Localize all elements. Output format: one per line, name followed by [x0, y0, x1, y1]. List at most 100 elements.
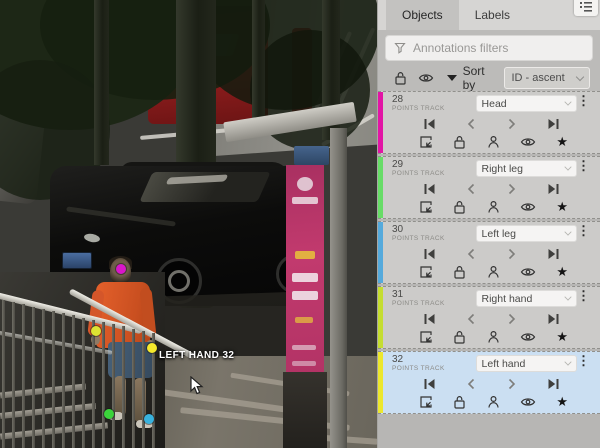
- hide-button[interactable]: [520, 396, 536, 408]
- left-leg-point[interactable]: [144, 414, 154, 424]
- left-hand-point[interactable]: [147, 343, 157, 353]
- track-item[interactable]: 30 POINTS TRACK Left leg ⋮: [378, 221, 600, 284]
- head-point[interactable]: [116, 264, 126, 274]
- lock-button[interactable]: [453, 200, 466, 214]
- track-label-select[interactable]: Left leg: [476, 225, 577, 242]
- skip-first-icon: [423, 313, 436, 325]
- track-label-select[interactable]: Left hand: [476, 355, 577, 372]
- previous-keyframe-button[interactable]: [466, 378, 476, 390]
- skip-last-icon: [547, 313, 560, 325]
- skip-last-icon: [547, 118, 560, 130]
- previous-keyframe-button[interactable]: [466, 118, 476, 130]
- sidebar-tabs: Objects Labels: [378, 0, 600, 30]
- next-keyframe-button[interactable]: [507, 118, 517, 130]
- keyframe-button[interactable]: ★: [556, 265, 568, 278]
- track-label-select[interactable]: Head: [476, 95, 577, 112]
- hide-button[interactable]: [520, 136, 536, 148]
- switch-outside-button[interactable]: [419, 395, 433, 409]
- track-item[interactable]: 29 POINTS TRACK Right leg ⋮: [378, 156, 600, 219]
- occluded-button[interactable]: [487, 330, 500, 344]
- first-keyframe-button[interactable]: [423, 378, 436, 390]
- skip-last-icon: [547, 183, 560, 195]
- last-keyframe-button[interactable]: [547, 378, 560, 390]
- outside-icon: [419, 135, 433, 149]
- keyframe-button[interactable]: ★: [556, 395, 568, 408]
- previous-keyframe-button[interactable]: [466, 313, 476, 325]
- sort-order-value: ID - ascent: [511, 72, 577, 84]
- expand-all-button[interactable]: [442, 75, 462, 81]
- keyframe-button[interactable]: ★: [556, 135, 568, 148]
- track-label-select[interactable]: Right leg: [476, 160, 577, 177]
- track-item[interactable]: 32 POINTS TRACK Left hand ⋮: [378, 351, 600, 414]
- hide-button[interactable]: [520, 201, 536, 213]
- lock-button[interactable]: [453, 330, 466, 344]
- lock-icon: [453, 330, 466, 344]
- track-menu-button[interactable]: ⋮: [577, 160, 590, 172]
- track-label-select[interactable]: Right hand: [476, 290, 577, 307]
- tab-labels[interactable]: Labels: [459, 0, 526, 30]
- mouse-cursor: [190, 376, 204, 396]
- first-keyframe-button[interactable]: [423, 248, 436, 260]
- occluded-button[interactable]: [487, 135, 500, 149]
- switch-outside-button[interactable]: [419, 265, 433, 279]
- right-hand-point[interactable]: [91, 326, 101, 336]
- track-menu-button[interactable]: ⋮: [577, 290, 590, 302]
- sidebar-collapse-button[interactable]: [574, 0, 598, 16]
- track-menu-button[interactable]: ⋮: [577, 95, 590, 107]
- outside-icon: [419, 395, 433, 409]
- keyframe-button[interactable]: ★: [556, 200, 568, 213]
- next-keyframe-button[interactable]: [507, 248, 517, 260]
- occluded-button[interactable]: [487, 200, 500, 214]
- lock-all-button[interactable]: [390, 71, 410, 85]
- switch-outside-button[interactable]: [419, 200, 433, 214]
- tab-objects[interactable]: Objects: [386, 0, 459, 30]
- next-keyframe-button[interactable]: [507, 378, 517, 390]
- right-leg-point[interactable]: [104, 409, 114, 419]
- occluded-button[interactable]: [487, 395, 500, 409]
- last-keyframe-button[interactable]: [547, 183, 560, 195]
- first-keyframe-button[interactable]: [423, 118, 436, 130]
- sort-order-select[interactable]: ID - ascent: [504, 67, 590, 89]
- lock-button[interactable]: [453, 395, 466, 409]
- person-icon: [487, 265, 500, 279]
- lock-icon: [453, 265, 466, 279]
- chevron-left-icon: [466, 248, 476, 260]
- next-keyframe-button[interactable]: [507, 313, 517, 325]
- track-id: 32: [392, 355, 476, 365]
- chevron-left-icon: [466, 183, 476, 195]
- track-id: 30: [392, 225, 476, 235]
- chevron-down-icon: [564, 163, 571, 170]
- keyframe-button[interactable]: ★: [556, 330, 568, 343]
- booth-pole: [330, 128, 347, 448]
- first-keyframe-button[interactable]: [423, 183, 436, 195]
- occluded-button[interactable]: [487, 265, 500, 279]
- track-menu-button[interactable]: ⋮: [577, 225, 590, 237]
- last-keyframe-button[interactable]: [547, 248, 560, 260]
- next-keyframe-button[interactable]: [507, 183, 517, 195]
- filter-placeholder: Annotations filters: [413, 41, 508, 55]
- first-keyframe-button[interactable]: [423, 313, 436, 325]
- chevron-right-icon: [507, 313, 517, 325]
- switch-outside-button[interactable]: [419, 135, 433, 149]
- person-icon: [487, 330, 500, 344]
- last-keyframe-button[interactable]: [547, 118, 560, 130]
- track-label-value: Head: [482, 98, 565, 110]
- video-canvas[interactable]: LEFT HAND 32: [0, 0, 377, 448]
- hide-all-button[interactable]: [416, 72, 436, 84]
- skip-first-icon: [423, 118, 436, 130]
- track-menu-button[interactable]: ⋮: [577, 355, 590, 367]
- lock-button[interactable]: [453, 135, 466, 149]
- hide-button[interactable]: [520, 266, 536, 278]
- hide-button[interactable]: [520, 331, 536, 343]
- person-icon: [487, 395, 500, 409]
- lock-icon: [453, 395, 466, 409]
- annotations-filter-input[interactable]: Annotations filters: [385, 35, 593, 61]
- skip-last-icon: [547, 248, 560, 260]
- track-item[interactable]: 31 POINTS TRACK Right hand ⋮: [378, 286, 600, 349]
- previous-keyframe-button[interactable]: [466, 248, 476, 260]
- lock-button[interactable]: [453, 265, 466, 279]
- switch-outside-button[interactable]: [419, 330, 433, 344]
- last-keyframe-button[interactable]: [547, 313, 560, 325]
- previous-keyframe-button[interactable]: [466, 183, 476, 195]
- track-item[interactable]: 28 POINTS TRACK Head ⋮: [378, 91, 600, 154]
